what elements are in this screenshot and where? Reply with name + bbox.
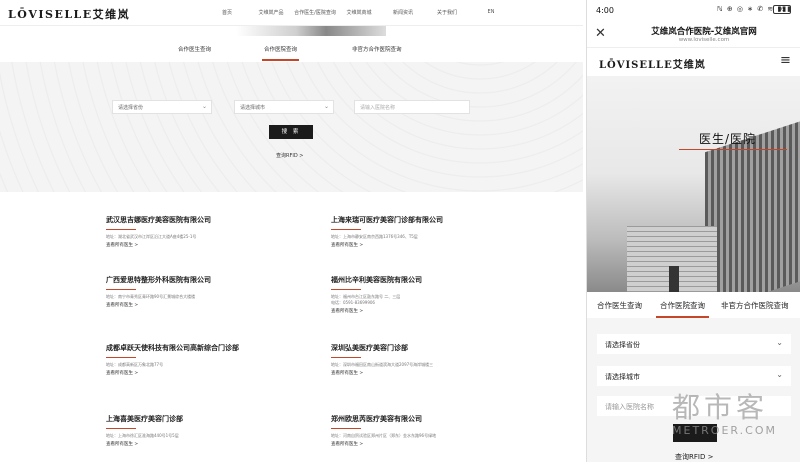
tab-hospital-query[interactable]: 合作医院查询 — [261, 45, 300, 61]
view-doctors-link[interactable]: 查看所有医生 > — [331, 308, 541, 314]
hospital-address: 地址：成都高新区万象北路77号 — [106, 362, 164, 367]
accent-divider — [331, 357, 361, 358]
province-select[interactable]: 请选择省份 ⌄ — [597, 334, 791, 354]
tab-unofficial-hospital-query[interactable]: 非官方合作医院查询 — [352, 45, 402, 53]
chevron-down-icon: ⌄ — [201, 103, 207, 110]
desktop-page: LŌVISELLE艾维岚 首页 艾维岚产品 合作医生/医院查询 艾维岚商城 新闻… — [0, 0, 583, 462]
hospital-card: 深圳弘美医疗美容门诊部 地址：深圳市福田区南山街道滨海大道2097号海岸城楼三 … — [331, 343, 541, 376]
hospital-address: 地址：河南自贸试验区郑州片区（郑东）金水东路96号绿地 — [331, 433, 437, 438]
view-doctors-link[interactable]: 查看所有医生 > — [331, 370, 541, 376]
hospital-address: 地址：湖北省武汉市江岸区沿江大道A座4楼25-1号 — [106, 234, 197, 239]
top-nav: LŌVISELLE艾维岚 首页 艾维岚产品 合作医生/医院查询 艾维岚商城 新闻… — [0, 0, 583, 26]
accent-divider — [106, 289, 136, 290]
province-select-label: 请选择省份 — [605, 341, 640, 349]
hospital-card: 郑州欧思芮医疗美容有限公司 地址：河南自贸试验区郑州片区（郑东）金水东路96号绿… — [331, 414, 541, 447]
hospital-phone: 电话：0591-83699906 — [331, 300, 375, 305]
view-doctors-link[interactable]: 查看所有医生 > — [106, 302, 316, 308]
menu-item-products[interactable]: 艾维岚产品 — [249, 9, 293, 16]
accent-divider — [331, 428, 361, 429]
hospital-card: 武汉思吉娜医疗美容医院有限公司 地址：湖北省武汉市江岸区沿江大道A座4楼25-1… — [106, 215, 316, 248]
menu-item-news[interactable]: 新闻资讯 — [381, 9, 425, 16]
chevron-down-icon: ⌄ — [323, 103, 329, 110]
hero-banner: 医生/医院 — [587, 76, 800, 292]
page-url: www.loviselle.com — [678, 37, 730, 43]
hero-title: 医生/医院 — [699, 132, 757, 146]
watermark-text: 都市客 — [672, 391, 769, 424]
status-bar: 4:00 ℕ ⊕ ◎ ∗ ✆ ≋ ▮▮▮ 95 — [587, 0, 800, 22]
view-doctors-link[interactable]: 查看所有医生 > — [106, 242, 316, 248]
view-doctors-link[interactable]: 查看所有医生 > — [106, 370, 286, 376]
hospital-name[interactable]: 上海喜美医疗美容门诊部 — [106, 414, 316, 425]
street-lamp-image — [669, 266, 679, 292]
hospital-name[interactable]: 广西爱思特整形外科医院有限公司 — [106, 275, 316, 286]
hospital-address: 地址：深圳市福田区南山街道滨海大道2097号海岸城楼三 — [331, 362, 434, 367]
hospital-name-input[interactable]: 请输入医院名称 — [354, 100, 470, 114]
hospital-name[interactable]: 郑州欧思芮医疗美容有限公司 — [331, 414, 541, 425]
tab-unofficial-hospital-query[interactable]: 非官方合作医院查询 — [721, 300, 789, 311]
hospital-card: 广西爱思特整形外科医院有限公司 地址：南宁市青秀区青环路90号汇景城综合大楼楼 … — [106, 275, 316, 308]
accent-divider — [331, 289, 361, 290]
province-select[interactable]: 请选择省份 ⌄ — [112, 100, 212, 114]
menu-item-mall[interactable]: 艾维岚商城 — [337, 9, 381, 16]
tab-doctor-query[interactable]: 合作医生查询 — [597, 300, 642, 311]
city-select[interactable]: 请选择城市 ⌄ — [234, 100, 334, 114]
battery-icon: 95 — [773, 5, 791, 14]
city-select-label: 请选择城市 — [240, 105, 266, 111]
watermark-subtext: METROER.COM — [672, 424, 777, 437]
brand-logo[interactable]: LŌVISELLE艾维岚 — [8, 6, 130, 22]
brand-logo[interactable]: LŌVISELLE艾维岚 — [599, 56, 706, 71]
accent-divider — [331, 229, 361, 230]
hospital-address: 地址：上海市静安区南京西路1376号346、T5层 — [331, 234, 418, 239]
menu-item-query[interactable]: 合作医生/医院查询 — [293, 9, 337, 16]
city-select[interactable]: 请选择城市 ⌄ — [597, 366, 791, 386]
hospital-address: 地址：南宁市青秀区青环路90号汇景城综合大楼楼 — [106, 294, 196, 299]
tab-doctor-query[interactable]: 合作医生查询 — [178, 45, 211, 53]
hospital-name[interactable]: 福州比辛利美容医院有限公司 — [331, 275, 541, 286]
hospital-card: 福州比辛利美容医院有限公司 地址：福州市台江区鼓东路号 二、三层 电话：0591… — [331, 275, 541, 314]
page-title: 艾维岚合作医院-艾维岚官网 — [651, 27, 757, 37]
browser-title-bar: ✕ 艾维岚合作医院-艾维岚官网 www.loviselle.com — [587, 22, 800, 48]
mobile-header: LŌVISELLE艾维岚 ≡ — [587, 48, 800, 76]
menu-item-about[interactable]: 关于我们 — [425, 9, 469, 16]
main-menu: 首页 艾维岚产品 合作医生/医院查询 艾维岚商城 新闻资讯 关于我们 EN — [205, 9, 513, 16]
rfid-query-link[interactable]: 查询RFID > — [276, 152, 303, 159]
search-button[interactable]: 搜 索 — [269, 125, 313, 139]
search-panel: 请选择省份 ⌄ 请选择城市 ⌄ 请输入医院名称 搜 索 查询RFID > — [0, 62, 583, 192]
accent-divider — [106, 229, 136, 230]
accent-divider — [106, 357, 136, 358]
hospital-card: 上海喜美医疗美容门诊部 地址：上海市徐汇区淮海路440号1号5层 查看所有医生 … — [106, 414, 316, 447]
close-icon[interactable]: ✕ — [595, 26, 606, 41]
hospital-card: 成都卓跃天使科技有限公司高新综合门诊部 地址：成都高新区万象北路77号 查看所有… — [106, 343, 286, 376]
hospital-name[interactable]: 深圳弘美医疗美容门诊部 — [331, 343, 541, 354]
hospital-name[interactable]: 成都卓跃天使科技有限公司高新综合门诊部 — [106, 343, 286, 354]
hospital-card: 上海来瑞可医疗美容门诊部有限公司 地址：上海市静安区南京西路1376号346、T… — [331, 215, 541, 248]
hamburger-menu-icon[interactable]: ≡ — [780, 53, 791, 68]
accent-divider — [106, 428, 136, 429]
hospital-name[interactable]: 武汉思吉娜医疗美容医院有限公司 — [106, 215, 316, 226]
query-tabs: 合作医生查询 合作医院查询 非官方合作医院查询 — [587, 292, 800, 318]
hospital-address: 地址：上海市徐汇区淮海路440号1号5层 — [106, 433, 179, 438]
menu-item-en[interactable]: EN — [469, 9, 513, 16]
view-doctors-link[interactable]: 查看所有医生 > — [106, 441, 316, 447]
menu-item-home[interactable]: 首页 — [205, 9, 249, 16]
hero-image-strip — [236, 26, 386, 36]
view-doctors-link[interactable]: 查看所有医生 > — [331, 242, 541, 248]
watermark: 都市客 METROER.COM — [672, 386, 798, 460]
chevron-down-icon: ⌄ — [776, 338, 783, 347]
city-select-label: 请选择城市 — [605, 373, 640, 381]
status-time: 4:00 — [596, 6, 614, 15]
query-tabs: 合作医生查询 合作医院查询 非官方合作医院查询 — [0, 36, 583, 62]
hospital-name[interactable]: 上海来瑞可医疗美容门诊部有限公司 — [331, 215, 541, 226]
view-doctors-link[interactable]: 查看所有医生 > — [331, 441, 541, 447]
accent-divider — [679, 149, 787, 150]
chevron-down-icon: ⌄ — [776, 370, 783, 379]
province-select-label: 请选择省份 — [118, 105, 144, 111]
tab-hospital-query[interactable]: 合作医院查询 — [656, 300, 709, 318]
